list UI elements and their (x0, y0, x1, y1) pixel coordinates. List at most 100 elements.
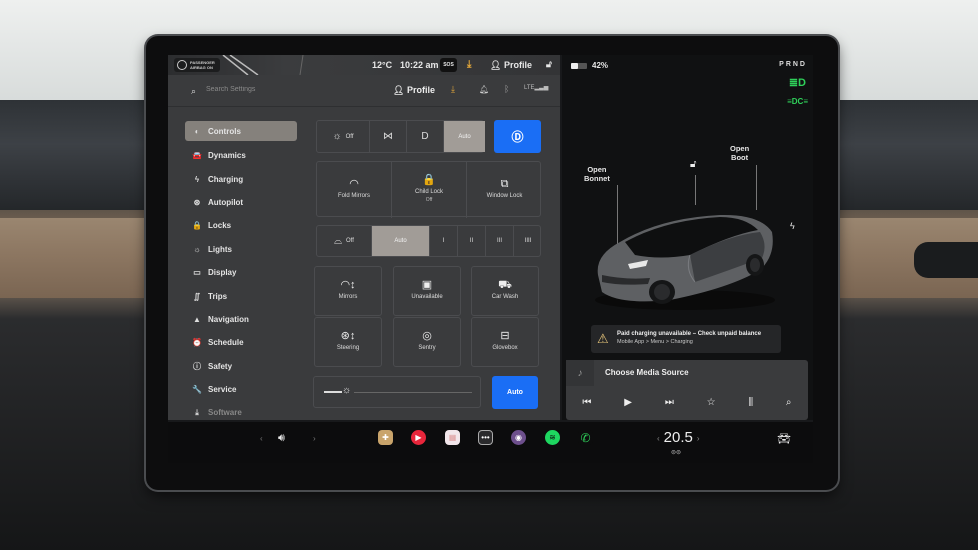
mirrors-button[interactable]: ◠↕ Mirrors (314, 266, 382, 316)
slider-track[interactable] (354, 392, 472, 393)
wrench-icon: 🔧 (192, 385, 202, 395)
airbag-status: PASSENGER AIRBAG ON (174, 58, 220, 72)
brightness-sun-icon[interactable]: ☼ (342, 385, 351, 396)
child-lock-button[interactable]: 🔒 Child Lock Off (392, 162, 467, 218)
charge-port-icon[interactable]: ϟ (790, 221, 795, 231)
download-icon[interactable]: ⤓ (467, 59, 471, 70)
sidebar-item-label: Software (208, 408, 242, 418)
sidebar-item-display[interactable]: ▭ Display (185, 261, 297, 284)
open-boot-button[interactable]: Open Boot (730, 144, 749, 162)
profile-button-secondary[interactable]: 👤︎ Profile (393, 85, 435, 96)
equalizer-icon[interactable]: ⫼ (748, 397, 753, 408)
bell-icon[interactable]: 🔔︎ (479, 85, 489, 94)
sidebar-item-label: Navigation (208, 314, 249, 324)
phone-app[interactable]: ✆ (578, 430, 593, 445)
sidebar-item-locks[interactable]: 🔒 Locks (185, 214, 297, 237)
choose-media-source[interactable]: Choose Media Source (605, 368, 689, 377)
tile-status: Off (425, 197, 433, 203)
tile-label: Mirrors (338, 294, 358, 300)
toybox-app[interactable]: ✚ (378, 430, 393, 445)
camera-app[interactable]: ◉ (511, 430, 526, 445)
youtube-music-icon: ▶ (415, 433, 422, 442)
sidebar-item-label: Lights (208, 244, 232, 254)
settings-header: ⌕ 👤︎ Profile ⤓ 🔔︎ ᛒ LTE▂▃▅ (168, 77, 560, 107)
wiper-option-i[interactable]: I (430, 226, 458, 256)
sidebar-item-safety[interactable]: ⓘ Safety (185, 355, 297, 378)
media-search-icon[interactable]: ⌕ (786, 397, 792, 408)
wiper-option-iiii[interactable]: IIII (514, 226, 542, 256)
map-lines (222, 55, 304, 75)
safety-icon: ⓘ (193, 361, 201, 371)
airbag-label: PASSENGER AIRBAG ON (190, 60, 215, 70)
camera-icon: ◉ (515, 433, 522, 442)
window-lock-button[interactable]: ⧉ Window Lock (467, 162, 542, 218)
headlight-option-parking-lights[interactable]: ⋈ (370, 121, 407, 152)
play-icon[interactable]: ▶︎ (624, 397, 632, 408)
sidebar-item-autopilot[interactable]: ⊛ Autopilot (185, 191, 297, 214)
sidebar-item-label: Safety (208, 361, 233, 371)
car-controls-icon[interactable]: 🚘︎ (777, 432, 791, 445)
car-wash-icon: ⛟ (498, 279, 512, 291)
more-apps[interactable]: ••• (478, 430, 493, 445)
brightness-slider[interactable]: ☼ (313, 376, 481, 408)
wiper-option-auto[interactable]: Auto (372, 226, 430, 256)
headlight-option-auto[interactable]: Auto (444, 121, 485, 152)
fold-mirrors-button[interactable]: ◠ Fold Mirrors (317, 162, 392, 218)
unlock-icon[interactable]: 🔓︎ (546, 59, 552, 70)
car-wash-button[interactable]: ⛟ Car Wash (471, 266, 539, 316)
sidebar-item-service[interactable]: 🔧 Service (185, 378, 297, 401)
search-input[interactable] (206, 86, 356, 93)
sidebar-item-label: Autopilot (208, 197, 244, 207)
sentry-button[interactable]: ◎ Sentry (393, 317, 461, 367)
sidebar-item-charging[interactable]: ϟ Charging (185, 167, 297, 190)
open-boot-line2: Boot (731, 153, 749, 162)
sos-button[interactable]: SOS (440, 58, 457, 72)
previous-track-icon[interactable]: ⏮︎ (582, 397, 591, 408)
mirror-icon: ◠ (349, 178, 359, 190)
battery-percent: 42% (592, 61, 609, 70)
youtube-music-app[interactable]: ▶ (411, 430, 426, 445)
headlight-option-off[interactable]: ☼ Off (317, 121, 370, 152)
spotify-app[interactable]: ≋ (545, 430, 560, 445)
touchscreen: PASSENGER AIRBAG ON 12°C 10:22 am SOS ⤓ … (168, 55, 813, 463)
sidebar-item-schedule[interactable]: ⏰ Schedule (185, 331, 297, 354)
charging-alert[interactable]: ⚠ Paid charging unavailable – Check unpa… (591, 325, 781, 353)
glovebox-button[interactable]: ⊟ Glovebox (471, 317, 539, 367)
steering-button[interactable]: ⊛↕ Steering (314, 317, 382, 367)
sidebar-item-trips[interactable]: ∬ Trips (185, 284, 297, 307)
temp-down-chevron-icon[interactable]: ‹ (657, 434, 660, 443)
sidebar-item-lights[interactable]: ☼ Lights (185, 238, 297, 261)
car-unlock-icon[interactable]: 🔓︎ (690, 159, 696, 170)
brightness-auto-button[interactable]: Auto (492, 376, 538, 409)
volume-up-chevron-icon[interactable]: › (313, 434, 316, 443)
sidebar-item-navigation[interactable]: ▲ Navigation (185, 308, 297, 331)
unavailable-button[interactable]: ▣ Unavailable (393, 266, 461, 316)
seat-heater-icon[interactable]: ⊜⊜ (671, 449, 681, 456)
alarm-icon: ⏰ (192, 338, 202, 348)
calendar-app[interactable]: ▦ (445, 430, 460, 445)
sidebar-item-dynamics[interactable]: 🚘 Dynamics (185, 144, 297, 167)
car-icon: 🚘 (192, 151, 202, 161)
profile-button[interactable]: 👤︎ Profile (490, 60, 532, 71)
option-label: IIII (524, 238, 532, 244)
auto-high-beam-icon: Ⓓ (511, 130, 524, 144)
settings-sidebar: ◐ Controls 🚘 Dynamics ϟ Charging ⊛ Autopilot 🔒 Lo… (185, 121, 297, 425)
cabin-temperature[interactable]: 20.5 (664, 429, 693, 446)
wiper-option-ii[interactable]: II (458, 226, 486, 256)
bluetooth-icon[interactable]: ᛒ (504, 84, 509, 94)
wiper-option-iii[interactable]: III (486, 226, 514, 256)
next-track-icon[interactable]: ⏭︎ (665, 397, 674, 408)
favorite-star-icon[interactable]: ☆ (707, 397, 716, 408)
sidebar-item-controls[interactable]: ◐ Controls (185, 121, 297, 141)
wiper-option-off[interactable]: ⌓ Off (317, 226, 372, 256)
temp-up-chevron-icon[interactable]: › (697, 434, 700, 443)
download-icon: ⤓ (195, 407, 199, 417)
headlight-option-low-beam[interactable]: D (407, 121, 444, 152)
software-update-icon[interactable]: ⤓ (451, 84, 455, 95)
open-bonnet-button[interactable]: Open Bonnet (584, 165, 610, 183)
volume-icon[interactable]: 🔊︎ (278, 432, 285, 445)
glovebox-icon: ⊟ (500, 330, 510, 342)
volume-down-chevron-icon[interactable]: ‹ (260, 434, 263, 443)
auto-high-beam-button[interactable]: Ⓓ (494, 120, 541, 153)
tile-label: Unavailable (411, 294, 443, 300)
